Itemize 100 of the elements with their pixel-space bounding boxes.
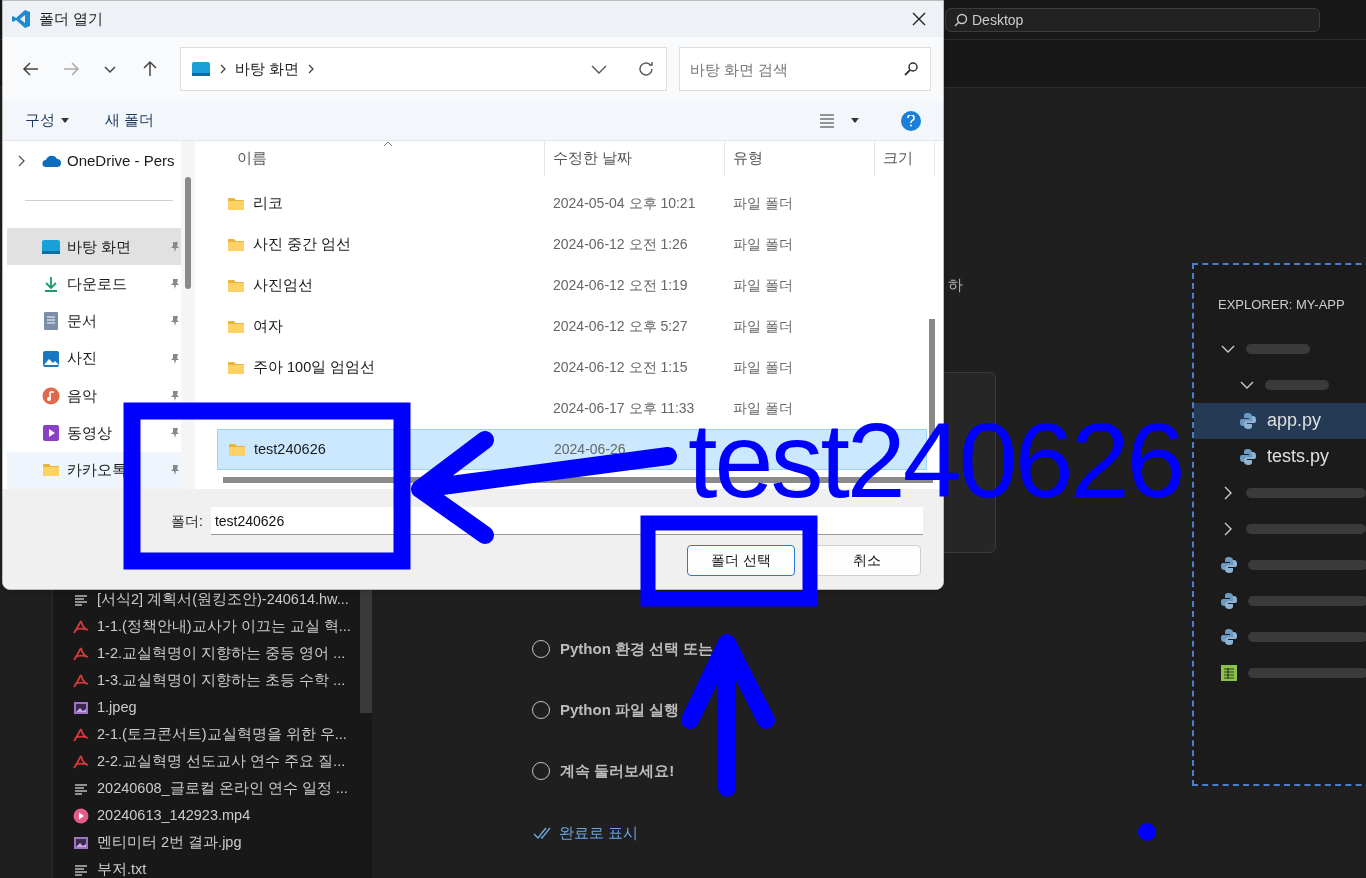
python-icon (1239, 447, 1257, 466)
close-icon (912, 12, 926, 26)
file-type: 파일 폴더 (733, 277, 793, 294)
chevron-right-icon[interactable] (17, 155, 25, 168)
file-type: 파일 폴더 (733, 195, 793, 212)
file-row[interactable]: 리코 2024-05-04 오후 10:21 파일 폴더 (217, 183, 927, 224)
folder-icon (41, 463, 61, 478)
organize-menu[interactable]: 구성 (25, 109, 69, 132)
sidebar-label: 문서 (67, 311, 97, 332)
python-icon (1220, 591, 1238, 610)
address-bar[interactable]: 바탕 화면 (179, 47, 667, 91)
file-name[interactable]: tests.py (1267, 443, 1330, 470)
folder-icon (228, 442, 246, 457)
cloud-icon (41, 154, 61, 169)
music-note-icon (41, 386, 61, 405)
pin-icon[interactable] (169, 352, 181, 365)
folder-icon (227, 237, 245, 252)
file-name[interactable]: 20240608_글로컬 온라인 연수 일정 ... (97, 777, 348, 800)
folder-icon (227, 319, 245, 334)
text-file-icon (73, 863, 89, 876)
play-icon (73, 807, 89, 824)
chevron-down-icon[interactable] (589, 63, 608, 75)
pdf-icon (73, 727, 89, 742)
text-file-icon (73, 593, 89, 606)
python-icon (1239, 411, 1257, 430)
step-title[interactable]: 계속 둘러보세요! (560, 759, 675, 783)
file-name: 사진엄선 (253, 275, 313, 295)
sidebar-label: 동영상 (67, 422, 112, 443)
file-type: 파일 폴더 (733, 359, 793, 376)
sidebar-item[interactable]: 음악 (7, 377, 195, 415)
dot (1138, 823, 1156, 841)
file-name[interactable]: [서식2] 계획서(원킹조안)-240614.hw... (97, 588, 349, 611)
file-name: test240626 (254, 439, 326, 459)
sidebar-item[interactable]: 문서 (7, 302, 195, 340)
file-name: 리코 (253, 193, 283, 213)
file-type: 파일 폴더 (733, 318, 793, 335)
placeholder-bar (1265, 379, 1329, 390)
column-header[interactable]: 유형 (725, 141, 875, 176)
file-row[interactable]: 여자 2024-06-12 오후 5:27 파일 폴더 (217, 306, 927, 347)
monitor-icon (41, 238, 61, 255)
dialog-title: 폴더 열기 (39, 8, 104, 29)
list-view-icon[interactable] (819, 113, 835, 128)
sidebar-label: 카카오톡 (67, 460, 127, 481)
tree-row[interactable]: app.py (1194, 402, 1366, 439)
pdf-icon (73, 673, 89, 688)
sidebar-label: 음악 (67, 385, 97, 406)
search-icon (954, 13, 968, 27)
modified-date: 2024-06-12 오후 5:27 (553, 318, 688, 335)
sidebar-label: 사진 (67, 348, 97, 369)
file-name[interactable]: 부저.txt (97, 858, 147, 878)
chevron-right-icon[interactable] (306, 64, 315, 74)
explorer-title: EXPLORER: MY-APP (1217, 296, 1346, 314)
sidebar-item[interactable]: 동영상 (7, 414, 195, 452)
folder-icon (227, 196, 245, 211)
pdf-icon (73, 754, 89, 769)
file-name[interactable]: 멘티미터 2번 결과.jpg (97, 831, 242, 854)
monitor-icon (190, 61, 211, 77)
file-name: 사진 중간 엄선 (253, 234, 352, 254)
column-header[interactable]: 이름 (201, 141, 545, 176)
sidebar-item[interactable]: OneDrive - Pers (3, 149, 195, 174)
column-header[interactable]: 수정한 날짜 (545, 141, 725, 176)
breadcrumb-item[interactable]: 바탕 화면 (234, 57, 299, 81)
back-arrow-icon (21, 60, 40, 78)
new-folder-button[interactable]: 새 폴더 (105, 109, 155, 132)
pin-icon[interactable] (169, 240, 181, 253)
file-type: 파일 폴더 (733, 400, 793, 417)
folder-icon (227, 278, 245, 293)
help-button[interactable] (901, 110, 921, 131)
file-name[interactable]: 2-2.교실혁명 선도교사 연수 주요 질... (97, 750, 346, 773)
command-search-field[interactable]: Desktop (945, 8, 1320, 32)
file-row[interactable]: 사진 중간 엄선 2024-06-12 오전 1:26 파일 폴더 (217, 224, 927, 265)
file-row[interactable]: 사진엄선 2024-06-12 오전 1:19 파일 폴더 (217, 265, 927, 306)
file-name[interactable]: 2-1.(토크콘서트)교실혁명을 위한 우... (97, 723, 347, 746)
sidebar-item[interactable]: 다운로드 (7, 265, 195, 303)
file-name[interactable]: 1-3.교실혁명이 지향하는 초등 수학 ... (97, 669, 346, 692)
caret-icon[interactable] (851, 118, 859, 123)
scrollbar[interactable] (181, 141, 195, 489)
column-header[interactable]: 크기 (875, 141, 935, 176)
pin-icon[interactable] (169, 389, 181, 402)
step-title[interactable]: Python 환경 선택 또는 (560, 637, 714, 661)
python-icon (1220, 627, 1238, 646)
file-row[interactable]: 주아 100일 엄엄선 2024-06-12 오전 1:15 파일 폴더 (217, 347, 927, 388)
select-folder-button[interactable]: 폴더 선택 (687, 545, 795, 576)
sidebar-label: 다운로드 (67, 273, 127, 294)
step-title[interactable]: Python 파일 실행 (560, 698, 680, 722)
search-field[interactable]: 바탕 화면 검색 (678, 47, 931, 91)
document-icon (41, 311, 61, 332)
tree-row[interactable]: tests.py (1194, 438, 1366, 475)
mark-done-link[interactable]: 완료로 표시 (533, 822, 639, 845)
file-name[interactable]: 20240613_142923.mp4 (97, 804, 251, 827)
pdf-icon (73, 619, 89, 634)
modified-date: 2024-06-12 오전 1:15 (553, 359, 688, 376)
sidebar-item[interactable]: 사진 (7, 339, 195, 378)
file-name[interactable]: 1-1.(정책안내)교사가 이끄는 교실 혁... (97, 615, 351, 638)
image-icon (41, 349, 61, 368)
folder-label: 폴더: (171, 511, 203, 531)
file-name[interactable]: app.py (1267, 407, 1322, 434)
file-name[interactable]: 1.jpeg (97, 696, 137, 719)
text-file-icon (73, 782, 89, 795)
file-name[interactable]: 1-2.교실혁명이 지향하는 중등 영어 ... (97, 642, 346, 665)
